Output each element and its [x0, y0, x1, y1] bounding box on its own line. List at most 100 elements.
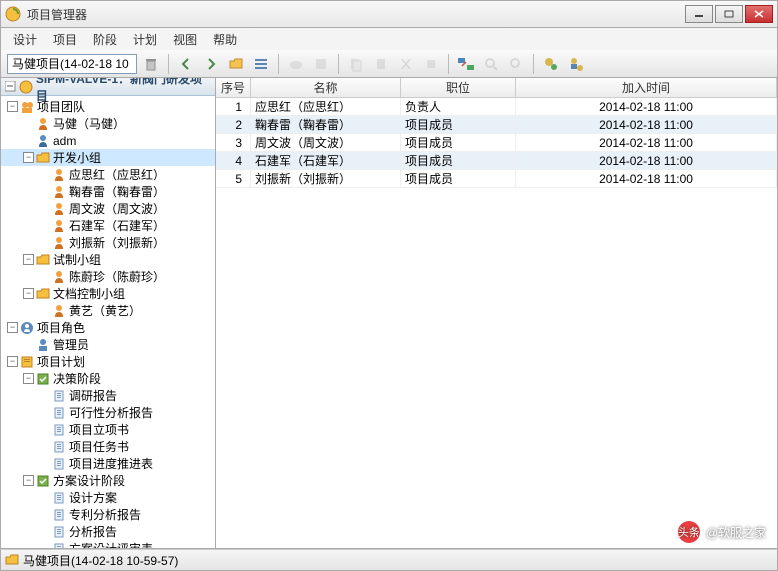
- expander-icon[interactable]: −: [7, 322, 18, 333]
- tree-item[interactable]: 鞠春雷（鞠春雷）: [1, 183, 215, 200]
- delete-button[interactable]: [140, 53, 162, 75]
- cell-role: 负责人: [401, 98, 516, 115]
- tree-item[interactable]: 方案设计评审表: [1, 540, 215, 548]
- find-replace-button[interactable]: [455, 53, 477, 75]
- tree-item[interactable]: −决策阶段: [1, 370, 215, 387]
- tree-item[interactable]: 黄艺（黄艺）: [1, 302, 215, 319]
- table-row[interactable]: 5刘振新（刘振新）项目成员2014-02-18 11:00: [216, 170, 777, 188]
- menu-view[interactable]: 视图: [165, 29, 205, 50]
- cell-seq: 2: [216, 116, 251, 133]
- tree-item-label: 设计方案: [69, 489, 117, 506]
- menu-help[interactable]: 帮助: [205, 29, 245, 50]
- tree-header[interactable]: SIPM-VALVE-1：新阀门研发项目: [1, 78, 215, 96]
- tree-item-label: 项目计划: [37, 353, 85, 370]
- expander-spacer: [23, 135, 34, 146]
- cell-time: 2014-02-18 11:00: [516, 98, 777, 115]
- col-seq[interactable]: 序号: [216, 78, 251, 97]
- expander-spacer: [39, 458, 50, 469]
- expander-spacer: [39, 407, 50, 418]
- cell-seq: 1: [216, 98, 251, 115]
- tree-item[interactable]: 陈蔚珍（陈蔚珍）: [1, 268, 215, 285]
- puzzle-button: [310, 53, 332, 75]
- cell-time: 2014-02-18 11:00: [516, 134, 777, 151]
- tree-item-label: 马健（马健）: [53, 115, 125, 132]
- tree-item-label: 专利分析报告: [69, 506, 141, 523]
- maximize-button[interactable]: [715, 5, 743, 23]
- tree-item[interactable]: −方案设计阶段: [1, 472, 215, 489]
- list-button[interactable]: [250, 53, 272, 75]
- expander-icon[interactable]: −: [7, 101, 18, 112]
- window-title: 项目管理器: [27, 6, 683, 23]
- menu-project[interactable]: 项目: [45, 29, 85, 50]
- cell-seq: 3: [216, 134, 251, 151]
- statusbar: 马健项目(14-02-18 10-59-57): [0, 549, 778, 571]
- status-tab[interactable]: 马健项目(14-02-18 10-59-57): [5, 552, 178, 569]
- user-settings-button[interactable]: [565, 53, 587, 75]
- tree-item[interactable]: 应思红（应思红）: [1, 166, 215, 183]
- tree-item[interactable]: 石建军（石建军）: [1, 217, 215, 234]
- menu-plan[interactable]: 计划: [125, 29, 165, 50]
- close-button[interactable]: [745, 5, 773, 23]
- tree-item[interactable]: −项目角色: [1, 319, 215, 336]
- col-role[interactable]: 职位: [401, 78, 516, 97]
- app-icon: [5, 6, 21, 22]
- expander-spacer: [39, 203, 50, 214]
- expander-icon[interactable]: −: [23, 373, 34, 384]
- tree-item[interactable]: 可行性分析报告: [1, 404, 215, 421]
- zoom-button: [505, 53, 527, 75]
- table-row[interactable]: 4石建军（石建军）项目成员2014-02-18 11:00: [216, 152, 777, 170]
- cell-name: 石建军（石建军）: [251, 152, 401, 169]
- expander-icon[interactable]: −: [23, 475, 34, 486]
- nav-forward-button[interactable]: [200, 53, 222, 75]
- expander-spacer: [39, 305, 50, 316]
- tree-item[interactable]: 专利分析报告: [1, 506, 215, 523]
- table-row[interactable]: 1应思红（应思红）负责人2014-02-18 11:00: [216, 98, 777, 116]
- cell-role: 项目成员: [401, 170, 516, 187]
- project-selector[interactable]: 马健项目(14-02-18 10: [7, 54, 137, 74]
- tree-item-label: 方案设计评审表: [69, 540, 153, 548]
- tree-item[interactable]: 项目进度推进表: [1, 455, 215, 472]
- tree-item-label: 试制小组: [53, 251, 101, 268]
- open-folder-button[interactable]: [225, 53, 247, 75]
- expander-spacer: [39, 237, 50, 248]
- table-row[interactable]: 2鞠春雷（鞠春雷）项目成员2014-02-18 11:00: [216, 116, 777, 134]
- tree-item-label: adm: [53, 134, 76, 148]
- expander-icon[interactable]: −: [7, 356, 18, 367]
- tree-item[interactable]: 刘振新（刘振新）: [1, 234, 215, 251]
- tree-item[interactable]: 项目立项书: [1, 421, 215, 438]
- cell-time: 2014-02-18 11:00: [516, 170, 777, 187]
- tree-item[interactable]: 管理员: [1, 336, 215, 353]
- search-button: [480, 53, 502, 75]
- table-row[interactable]: 3周文波（周文波）项目成员2014-02-18 11:00: [216, 134, 777, 152]
- expander-spacer: [39, 526, 50, 537]
- tree-item-label: 管理员: [53, 336, 89, 353]
- tree-item[interactable]: −开发小组: [1, 149, 215, 166]
- menu-design[interactable]: 设计: [5, 29, 45, 50]
- expander-icon[interactable]: −: [23, 152, 34, 163]
- tree-item[interactable]: − 项目计划: [1, 353, 215, 370]
- tree-item[interactable]: adm: [1, 132, 215, 149]
- tree-item[interactable]: 分析报告: [1, 523, 215, 540]
- tree-item[interactable]: −文档控制小组: [1, 285, 215, 302]
- expander-spacer: [39, 441, 50, 452]
- tree-item[interactable]: 调研报告: [1, 387, 215, 404]
- expander-spacer: [39, 169, 50, 180]
- expander-spacer: [39, 390, 50, 401]
- tree-item-label: 陈蔚珍（陈蔚珍）: [69, 268, 165, 285]
- cell-role: 项目成员: [401, 116, 516, 133]
- tree-item[interactable]: 马健（马健）: [1, 115, 215, 132]
- expander-icon[interactable]: −: [23, 254, 34, 265]
- remove-button: [420, 53, 442, 75]
- minimize-button[interactable]: [685, 5, 713, 23]
- tree-item[interactable]: 设计方案: [1, 489, 215, 506]
- menu-phase[interactable]: 阶段: [85, 29, 125, 50]
- settings-button[interactable]: [540, 53, 562, 75]
- expander-icon[interactable]: −: [23, 288, 34, 299]
- tree-item[interactable]: 周文波（周文波）: [1, 200, 215, 217]
- tree-item[interactable]: 项目任务书: [1, 438, 215, 455]
- col-time[interactable]: 加入时间: [516, 78, 777, 97]
- nav-back-button[interactable]: [175, 53, 197, 75]
- table-body: 1应思红（应思红）负责人2014-02-18 11:002鞠春雷（鞠春雷）项目成…: [216, 98, 777, 548]
- col-name[interactable]: 名称: [251, 78, 401, 97]
- tree-item[interactable]: − 试制小组: [1, 251, 215, 268]
